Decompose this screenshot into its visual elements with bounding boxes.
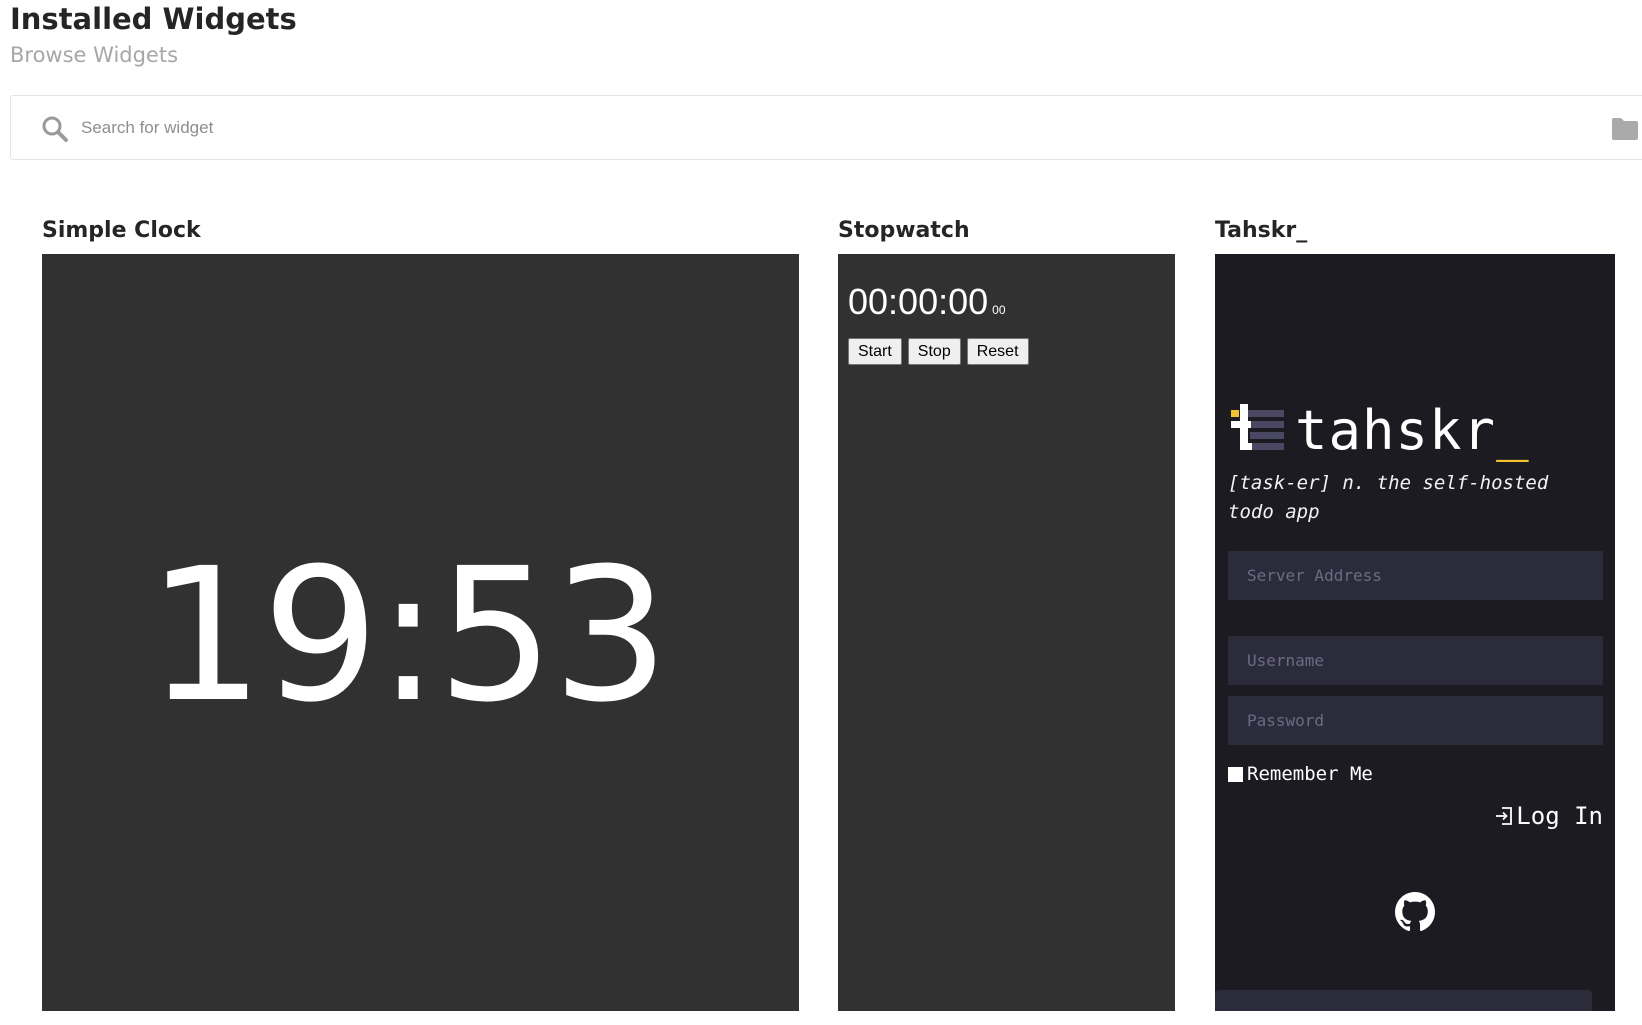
github-icon[interactable] bbox=[1395, 892, 1435, 932]
tahskr-brand-name: tahskr bbox=[1295, 399, 1497, 462]
tahskr-footer-bar bbox=[1215, 990, 1592, 1011]
start-button[interactable]: Start bbox=[848, 338, 902, 365]
clock-widget: 19:53 bbox=[42, 254, 799, 1011]
search-bar bbox=[10, 95, 1642, 160]
remember-me-label[interactable]: Remember Me bbox=[1247, 763, 1373, 785]
stopwatch-milliseconds: 00 bbox=[992, 303, 1006, 317]
search-icon bbox=[42, 116, 68, 142]
login-label: Log In bbox=[1516, 802, 1603, 830]
search-input[interactable] bbox=[81, 111, 981, 145]
tahskr-logo-icon bbox=[1231, 404, 1284, 450]
login-button[interactable]: Log In bbox=[1494, 802, 1603, 830]
login-icon bbox=[1496, 807, 1513, 825]
reset-button[interactable]: Reset bbox=[966, 338, 1029, 365]
tahskr-widget-title: Tahskr_ bbox=[1215, 218, 1308, 243]
remember-me: Remember Me bbox=[1228, 763, 1373, 785]
stopwatch-widget: 00:00:00 00 Start Stop Reset bbox=[838, 254, 1175, 1011]
tahskr-widget: tahskr_ [task-er] n. the self-hosted tod… bbox=[1215, 254, 1615, 1011]
password-field[interactable] bbox=[1228, 696, 1603, 745]
server-address-field[interactable] bbox=[1228, 551, 1603, 600]
clock-time: 19:53 bbox=[147, 529, 669, 743]
tahskr-brand: tahskr_ bbox=[1295, 399, 1530, 462]
remember-me-checkbox[interactable] bbox=[1228, 766, 1243, 782]
page-title: Installed Widgets bbox=[10, 2, 297, 36]
username-field[interactable] bbox=[1228, 636, 1603, 685]
clock-widget-title: Simple Clock bbox=[42, 218, 201, 243]
stopwatch-controls: Start Stop Reset bbox=[848, 338, 1029, 365]
stopwatch-widget-title: Stopwatch bbox=[838, 218, 970, 243]
tahskr-brand-cursor: _ bbox=[1496, 399, 1530, 462]
tahskr-tagline: [task-er] n. the self-hosted todo app bbox=[1228, 472, 1549, 523]
stop-button[interactable]: Stop bbox=[907, 338, 961, 365]
stopwatch-time: 00:00:00 bbox=[848, 281, 989, 322]
page-subtitle[interactable]: Browse Widgets bbox=[10, 43, 178, 67]
stopwatch-display: 00:00:00 00 bbox=[848, 281, 1006, 323]
folder-icon[interactable] bbox=[1611, 115, 1639, 141]
